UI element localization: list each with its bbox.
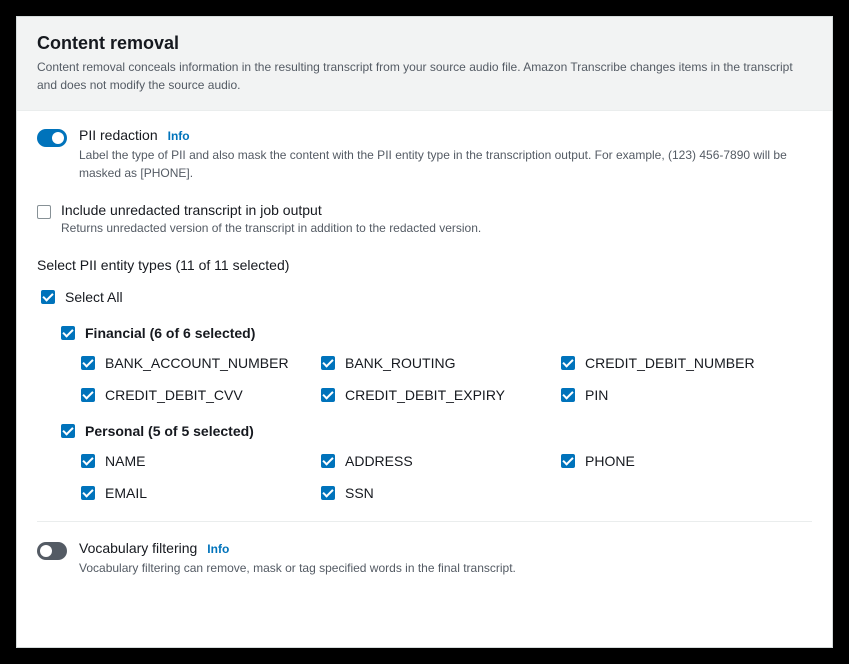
toggle-knob-icon <box>52 132 64 144</box>
entity-checkbox[interactable] <box>81 486 95 500</box>
personal-entity-grid: NAME ADDRESS PHONE EMAIL SSN <box>61 453 812 501</box>
entity-name: NAME <box>81 453 321 469</box>
entity-pin: PIN <box>561 387 801 403</box>
section-divider <box>37 521 812 522</box>
include-unredacted-checkbox[interactable] <box>37 205 51 219</box>
vocab-filtering-description: Vocabulary filtering can remove, mask or… <box>79 559 812 577</box>
select-all-label: Select All <box>65 289 123 305</box>
vocab-filtering-content: Vocabulary filtering Info Vocabulary fil… <box>79 540 812 577</box>
entity-credit-debit-cvv: CREDIT_DEBIT_CVV <box>81 387 321 403</box>
entity-label: SSN <box>345 485 374 501</box>
select-all-row: Select All <box>37 289 812 305</box>
financial-entity-grid: BANK_ACCOUNT_NUMBER BANK_ROUTING CREDIT_… <box>61 355 812 403</box>
entity-address: ADDRESS <box>321 453 561 469</box>
personal-group: Personal (5 of 5 selected) NAME ADDRESS … <box>37 423 812 501</box>
entity-checkbox[interactable] <box>561 454 575 468</box>
pii-redaction-label: PII redaction <box>79 127 158 143</box>
panel-description: Content removal conceals information in … <box>37 58 812 94</box>
content-removal-panel: Content removal Content removal conceals… <box>16 16 833 648</box>
financial-group-title: Financial (6 of 6 selected) <box>85 325 255 341</box>
entity-label: BANK_ACCOUNT_NUMBER <box>105 355 289 371</box>
entity-label: PHONE <box>585 453 635 469</box>
vocab-filtering-info-link[interactable]: Info <box>207 542 229 556</box>
entity-phone: PHONE <box>561 453 801 469</box>
pii-redaction-content: PII redaction Info Label the type of PII… <box>79 127 812 182</box>
entity-ssn: SSN <box>321 485 561 501</box>
include-unredacted-label: Include unredacted transcript in job out… <box>61 202 481 218</box>
personal-group-checkbox[interactable] <box>61 424 75 438</box>
entity-label: CREDIT_DEBIT_EXPIRY <box>345 387 505 403</box>
entity-checkbox[interactable] <box>81 388 95 402</box>
vocab-filtering-row: Vocabulary filtering Info Vocabulary fil… <box>37 540 812 577</box>
pii-redaction-info-link[interactable]: Info <box>168 129 190 143</box>
entity-checkbox[interactable] <box>561 356 575 370</box>
entity-checkbox[interactable] <box>561 388 575 402</box>
entity-label: PIN <box>585 387 608 403</box>
entity-label: NAME <box>105 453 145 469</box>
entity-bank-account-number: BANK_ACCOUNT_NUMBER <box>81 355 321 371</box>
personal-group-title: Personal (5 of 5 selected) <box>85 423 254 439</box>
entity-label: ADDRESS <box>345 453 413 469</box>
entity-label: EMAIL <box>105 485 147 501</box>
vocab-filtering-toggle[interactable] <box>37 542 67 560</box>
entity-checkbox[interactable] <box>321 454 335 468</box>
entity-credit-debit-number: CREDIT_DEBIT_NUMBER <box>561 355 801 371</box>
pii-redaction-description: Label the type of PII and also mask the … <box>79 146 812 182</box>
entity-label: CREDIT_DEBIT_CVV <box>105 387 243 403</box>
entity-checkbox[interactable] <box>81 356 95 370</box>
select-pii-types-label: Select PII entity types (11 of 11 select… <box>37 257 812 273</box>
pii-redaction-toggle[interactable] <box>37 129 67 147</box>
entity-credit-debit-expiry: CREDIT_DEBIT_EXPIRY <box>321 387 561 403</box>
entity-checkbox[interactable] <box>321 388 335 402</box>
entity-checkbox[interactable] <box>321 356 335 370</box>
financial-group-checkbox[interactable] <box>61 326 75 340</box>
entity-label: CREDIT_DEBIT_NUMBER <box>585 355 755 371</box>
include-unredacted-description: Returns unredacted version of the transc… <box>61 221 481 235</box>
personal-group-header: Personal (5 of 5 selected) <box>61 423 812 439</box>
pii-redaction-row: PII redaction Info Label the type of PII… <box>37 127 812 182</box>
entity-bank-routing: BANK_ROUTING <box>321 355 561 371</box>
include-unredacted-row: Include unredacted transcript in job out… <box>37 202 812 235</box>
entity-email: EMAIL <box>81 485 321 501</box>
vocab-filtering-label: Vocabulary filtering <box>79 540 197 556</box>
entity-checkbox[interactable] <box>81 454 95 468</box>
panel-header: Content removal Content removal conceals… <box>17 17 832 111</box>
select-all-checkbox[interactable] <box>41 290 55 304</box>
entity-checkbox[interactable] <box>321 486 335 500</box>
financial-group-header: Financial (6 of 6 selected) <box>61 325 812 341</box>
panel-body: PII redaction Info Label the type of PII… <box>17 111 832 597</box>
entity-label: BANK_ROUTING <box>345 355 455 371</box>
panel-title: Content removal <box>37 33 812 54</box>
financial-group: Financial (6 of 6 selected) BANK_ACCOUNT… <box>37 325 812 403</box>
toggle-knob-icon <box>40 545 52 557</box>
